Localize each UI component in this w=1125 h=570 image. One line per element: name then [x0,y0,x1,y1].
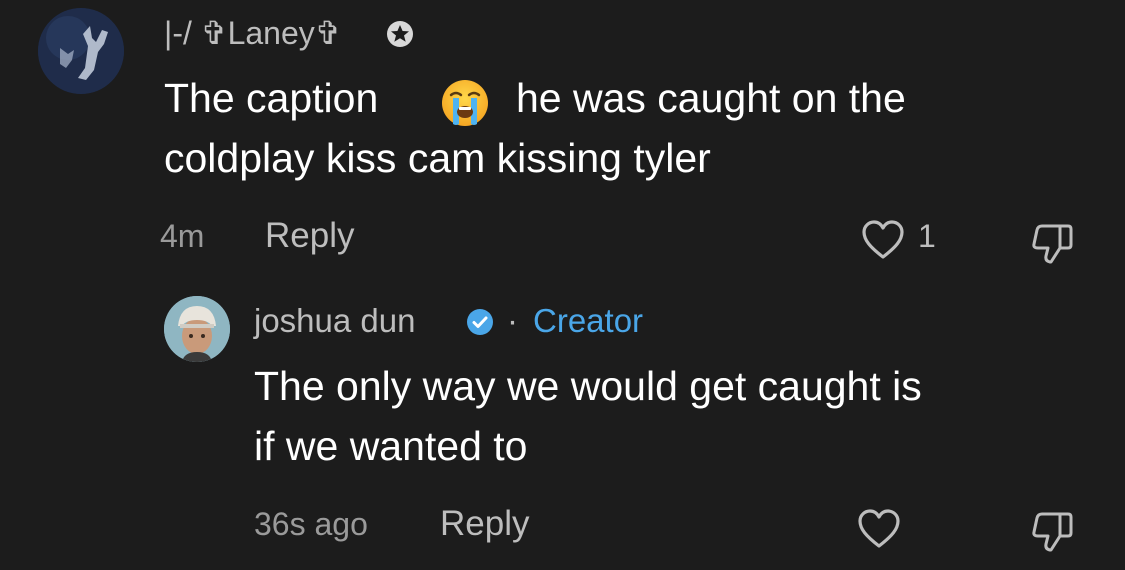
reply-text-line: The only way we would get caught is [254,363,922,409]
reply-timestamp: 36s ago [254,506,368,542]
comment-username[interactable]: |-/ ✞Laney✞ [164,14,342,52]
creator-label: Creator [533,302,644,339]
reply-button[interactable]: Reply [265,216,354,256]
comment-text-line: coldplay kiss cam kissing tyler [164,135,711,181]
comment-text-line: The caption [164,75,379,121]
loudly-crying-face-icon [440,78,490,128]
heart-icon[interactable] [856,508,902,550]
reply-button[interactable]: Reply [440,504,529,544]
heart-icon[interactable] [860,219,906,261]
thumbs-down-icon[interactable] [1030,508,1076,554]
avatar-laney[interactable] [38,8,124,94]
reply-text-line: if we wanted to [254,423,528,469]
reply-username[interactable]: joshua dun [254,302,415,340]
comment-timestamp: 4m [160,218,205,254]
comment-text-line: he was caught on the [516,75,906,121]
star-badge-icon [386,20,414,48]
thumbs-down-icon[interactable] [1030,220,1076,266]
like-count: 1 [918,218,936,254]
verified-check-icon [466,308,494,336]
separator-dot: · [507,302,518,339]
avatar-joshua-dun[interactable] [164,296,230,362]
